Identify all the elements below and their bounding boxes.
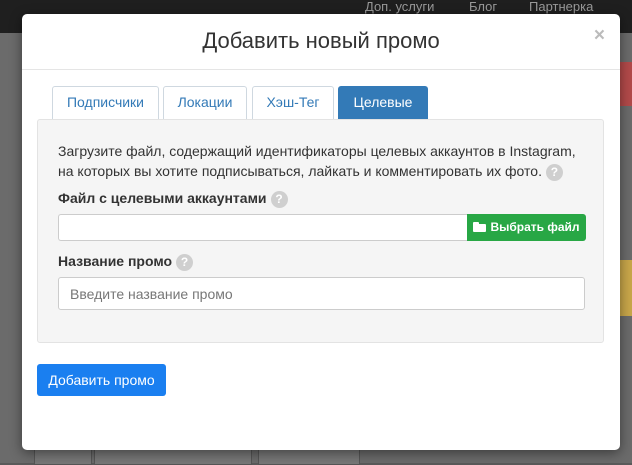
promo-name-input[interactable]	[58, 277, 585, 310]
question-circle-icon[interactable]: ?	[545, 163, 563, 181]
tab-targeted[interactable]: Целевые	[338, 86, 428, 119]
tab-locations[interactable]: Локации	[163, 86, 247, 119]
file-label-text: Файл с целевыми аккаунтами	[58, 190, 267, 206]
modal-title: Добавить новый промо	[202, 28, 440, 53]
question-circle-icon[interactable]: ?	[270, 190, 288, 208]
choose-file-button[interactable]: Выбрать файл	[467, 214, 586, 241]
tab-hashtag[interactable]: Хэш-Тег	[252, 86, 334, 119]
name-label-text: Название промо	[58, 253, 173, 269]
bg-nav-item-services: Доп. услуги	[365, 0, 435, 14]
choose-file-label: Выбрать файл	[490, 220, 580, 234]
bg-nav-item-blog: Блог	[469, 0, 498, 14]
tab-subscribers[interactable]: Подписчики	[52, 86, 159, 119]
file-path-field[interactable]	[58, 214, 468, 241]
folder-open-icon	[473, 221, 487, 232]
add-promo-modal: Добавить новый промо × Подписчики Локаци…	[22, 14, 620, 450]
file-label: Файл с целевыми аккаунтами?	[58, 190, 288, 208]
modal-header: Добавить новый промо ×	[22, 14, 620, 70]
add-promo-button[interactable]: Добавить промо	[37, 364, 166, 396]
targeted-tab-panel: Загрузите файл, содержащий идентификатор…	[37, 119, 604, 343]
name-label: Название промо?	[58, 253, 194, 271]
close-icon[interactable]: ×	[594, 26, 605, 45]
bg-nav-item-partners: Партнерка	[529, 0, 594, 14]
description: Загрузите файл, содержащий идентификатор…	[58, 141, 588, 181]
description-text: Загрузите файл, содержащий идентификатор…	[58, 143, 576, 179]
question-circle-icon[interactable]: ?	[176, 253, 194, 271]
